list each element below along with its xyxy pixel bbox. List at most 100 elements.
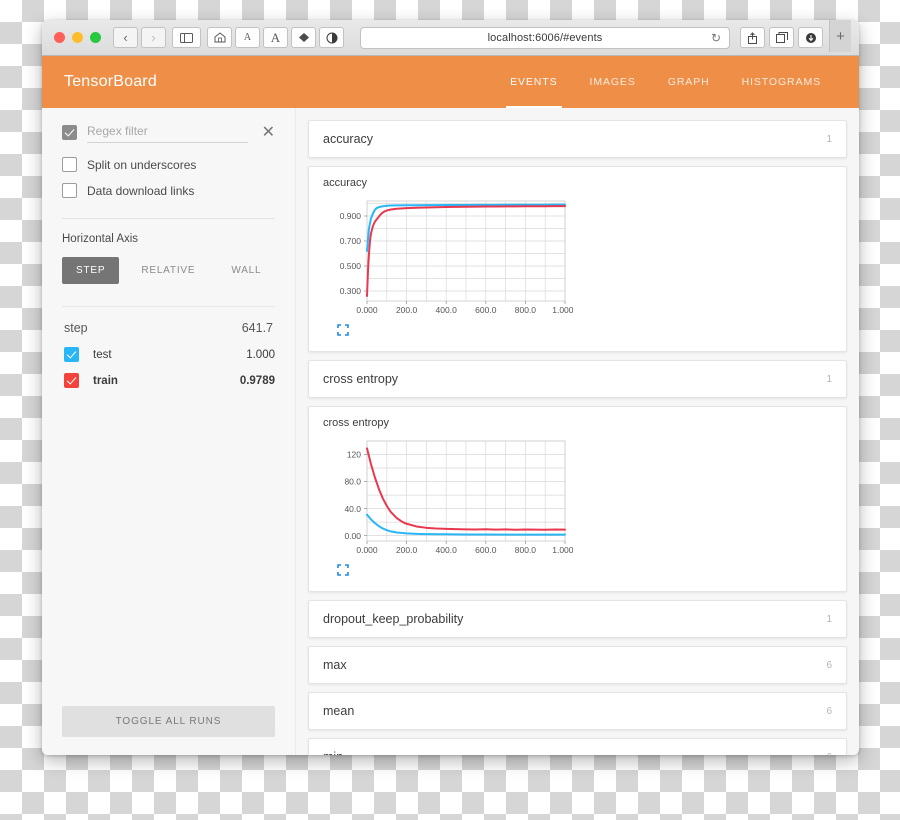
axis-option-relative[interactable]: RELATIVE xyxy=(127,257,209,284)
minimize-window-button[interactable] xyxy=(72,32,83,43)
chart-expand-row-cross-entropy xyxy=(323,563,832,581)
tab-graph[interactable]: GRAPH xyxy=(652,56,726,108)
svg-text:200.0: 200.0 xyxy=(396,305,418,315)
svg-text:600.0: 600.0 xyxy=(475,545,497,555)
svg-text:400.0: 400.0 xyxy=(436,305,458,315)
download-icon xyxy=(805,32,816,43)
tab-events[interactable]: EVENTS xyxy=(494,56,573,108)
regex-filter-row: ✕ xyxy=(62,122,275,143)
share-button[interactable] xyxy=(740,27,765,48)
share-icon xyxy=(748,31,757,44)
svg-text:400.0: 400.0 xyxy=(436,545,458,555)
nav-buttons: ‹ › xyxy=(113,27,166,48)
section-title-dropout-keep-probability: dropout_keep_probability xyxy=(323,612,464,626)
sidebar: ✕ Split on underscores Data download lin… xyxy=(42,108,296,755)
svg-text:80.0: 80.0 xyxy=(344,477,361,487)
decrease-text-size-button[interactable]: A xyxy=(235,27,260,48)
run-label-train: train xyxy=(93,374,118,387)
section-count-dropout-keep-probability: 1 xyxy=(826,613,832,625)
section-title-min: min xyxy=(323,750,343,755)
chart-card-cross-entropy: cross entropy 0.00 40.0 80.0 120 0.000 200.0 4… xyxy=(308,406,847,592)
axis-option-step[interactable]: STEP xyxy=(62,257,120,284)
browser-toolbar: ‹ › A A localhost:6006/#events ↻ + xyxy=(42,20,859,56)
section-title-max: max xyxy=(323,658,347,672)
runs-header-row: step 641.7 xyxy=(62,321,275,335)
section-title-accuracy: accuracy xyxy=(323,132,374,146)
tensorboard-header: TensorBoard EVENTS IMAGES GRAPH HISTOGRA… xyxy=(42,56,859,108)
section-count-min: 6 xyxy=(826,752,832,756)
data-download-links-label: Data download links xyxy=(87,183,195,198)
sidebar-toggle-button[interactable] xyxy=(172,27,201,48)
address-bar[interactable]: localhost:6006/#events ↻ xyxy=(360,26,730,49)
data-download-links-checkbox[interactable] xyxy=(62,183,77,198)
run-item-test[interactable]: test 1.000 xyxy=(62,347,275,362)
maximize-window-button[interactable] xyxy=(90,32,101,43)
svg-text:0.500: 0.500 xyxy=(340,261,362,271)
reload-icon[interactable]: ↻ xyxy=(711,31,721,45)
regex-filter-checkbox[interactable] xyxy=(62,125,77,140)
sidebar-divider-1 xyxy=(62,218,275,219)
forward-button[interactable]: › xyxy=(141,27,166,48)
run-value-train: 0.9789 xyxy=(239,374,275,387)
expand-icon[interactable] xyxy=(337,564,349,576)
back-button[interactable]: ‹ xyxy=(113,27,138,48)
close-window-button[interactable] xyxy=(54,32,65,43)
line-chart-accuracy: 0.300 0.500 0.700 0.900 0.000 200.0 400.0 600.0… xyxy=(340,200,573,315)
svg-text:0.700: 0.700 xyxy=(340,236,362,246)
home-button[interactable] xyxy=(207,27,232,48)
chart-card-accuracy: accuracy 0.300 0.500 0.700 0.900 0.000 200.0 4… xyxy=(308,166,847,352)
svg-text:800.0: 800.0 xyxy=(515,305,537,315)
tab-images[interactable]: IMAGES xyxy=(574,56,652,108)
section-header-dropout-keep-probability[interactable]: dropout_keep_probability 1 xyxy=(309,601,846,637)
option-data-download-links[interactable]: Data download links xyxy=(62,183,275,198)
section-header-accuracy[interactable]: accuracy 1 xyxy=(309,121,846,157)
downloads-button[interactable] xyxy=(798,27,823,48)
runs-header-label: step xyxy=(64,321,88,335)
chart-container-cross-entropy: cross entropy 0.00 40.0 80.0 120 0.000 200.0 4… xyxy=(309,407,846,591)
section-header-cross-entropy[interactable]: cross entropy 1 xyxy=(309,361,846,397)
clear-filter-icon[interactable]: ✕ xyxy=(258,124,275,141)
tabs-icon xyxy=(775,32,788,43)
section-count-max: 6 xyxy=(826,659,832,671)
privacy-report-button[interactable] xyxy=(319,27,344,48)
split-on-underscores-label: Split on underscores xyxy=(87,157,197,172)
sidebar-divider-2 xyxy=(62,306,275,307)
section-card-max: max 6 xyxy=(308,646,847,684)
regex-filter-input[interactable] xyxy=(87,122,248,143)
main-nav: EVENTS IMAGES GRAPH HISTOGRAMS xyxy=(494,56,837,108)
chart-title-cross-entropy: cross entropy xyxy=(323,417,390,429)
tab-histograms[interactable]: HISTOGRAMS xyxy=(726,56,837,108)
option-split-on-underscores[interactable]: Split on underscores xyxy=(62,157,275,172)
svg-text:0.000: 0.000 xyxy=(356,305,378,315)
svg-text:1.000k: 1.000k xyxy=(552,305,573,315)
expand-icon[interactable] xyxy=(337,324,349,336)
section-header-max[interactable]: max 6 xyxy=(309,647,846,683)
horizontal-axis-toggle: STEP RELATIVE WALL xyxy=(62,257,275,284)
toggle-all-runs-button[interactable]: TOGGLE ALL RUNS xyxy=(62,706,275,737)
run-checkbox-test[interactable] xyxy=(64,347,79,362)
chart-plot-cross-entropy[interactable]: 0.00 40.0 80.0 120 0.000 200.0 400.0 600.0 800.0… xyxy=(323,435,832,565)
split-on-underscores-checkbox[interactable] xyxy=(62,157,77,172)
sidebar-icon xyxy=(180,32,193,43)
axis-option-wall[interactable]: WALL xyxy=(217,257,275,284)
increase-text-size-button[interactable]: A xyxy=(263,27,288,48)
section-header-min[interactable]: min 6 xyxy=(309,739,846,755)
section-header-mean[interactable]: mean 6 xyxy=(309,693,846,729)
text-small-icon: A xyxy=(243,31,252,43)
run-checkbox-train[interactable] xyxy=(64,373,79,388)
line-chart-cross-entropy: 0.00 40.0 80.0 120 0.000 200.0 400.0 600.0 800.0… xyxy=(344,440,573,555)
window-controls xyxy=(50,32,101,43)
reader-view-button[interactable] xyxy=(291,27,316,48)
chart-title-accuracy: accuracy xyxy=(323,177,368,189)
svg-text:40.0: 40.0 xyxy=(344,504,361,514)
chart-container-accuracy: accuracy 0.300 0.500 0.700 0.900 0.000 200.0 4… xyxy=(309,167,846,351)
chart-expand-row-accuracy xyxy=(323,323,832,341)
chart-plot-accuracy[interactable]: 0.300 0.500 0.700 0.900 0.000 200.0 400.0 600.0… xyxy=(323,195,832,325)
svg-text:200.0: 200.0 xyxy=(396,545,418,555)
show-tabs-button[interactable] xyxy=(769,27,794,48)
section-card-cross-entropy: cross entropy 1 xyxy=(308,360,847,398)
new-tab-button[interactable]: + xyxy=(829,20,851,52)
svg-text:600.0: 600.0 xyxy=(475,305,497,315)
run-item-train[interactable]: train 0.9789 xyxy=(62,373,275,388)
toolbar-right-buttons xyxy=(740,27,823,48)
